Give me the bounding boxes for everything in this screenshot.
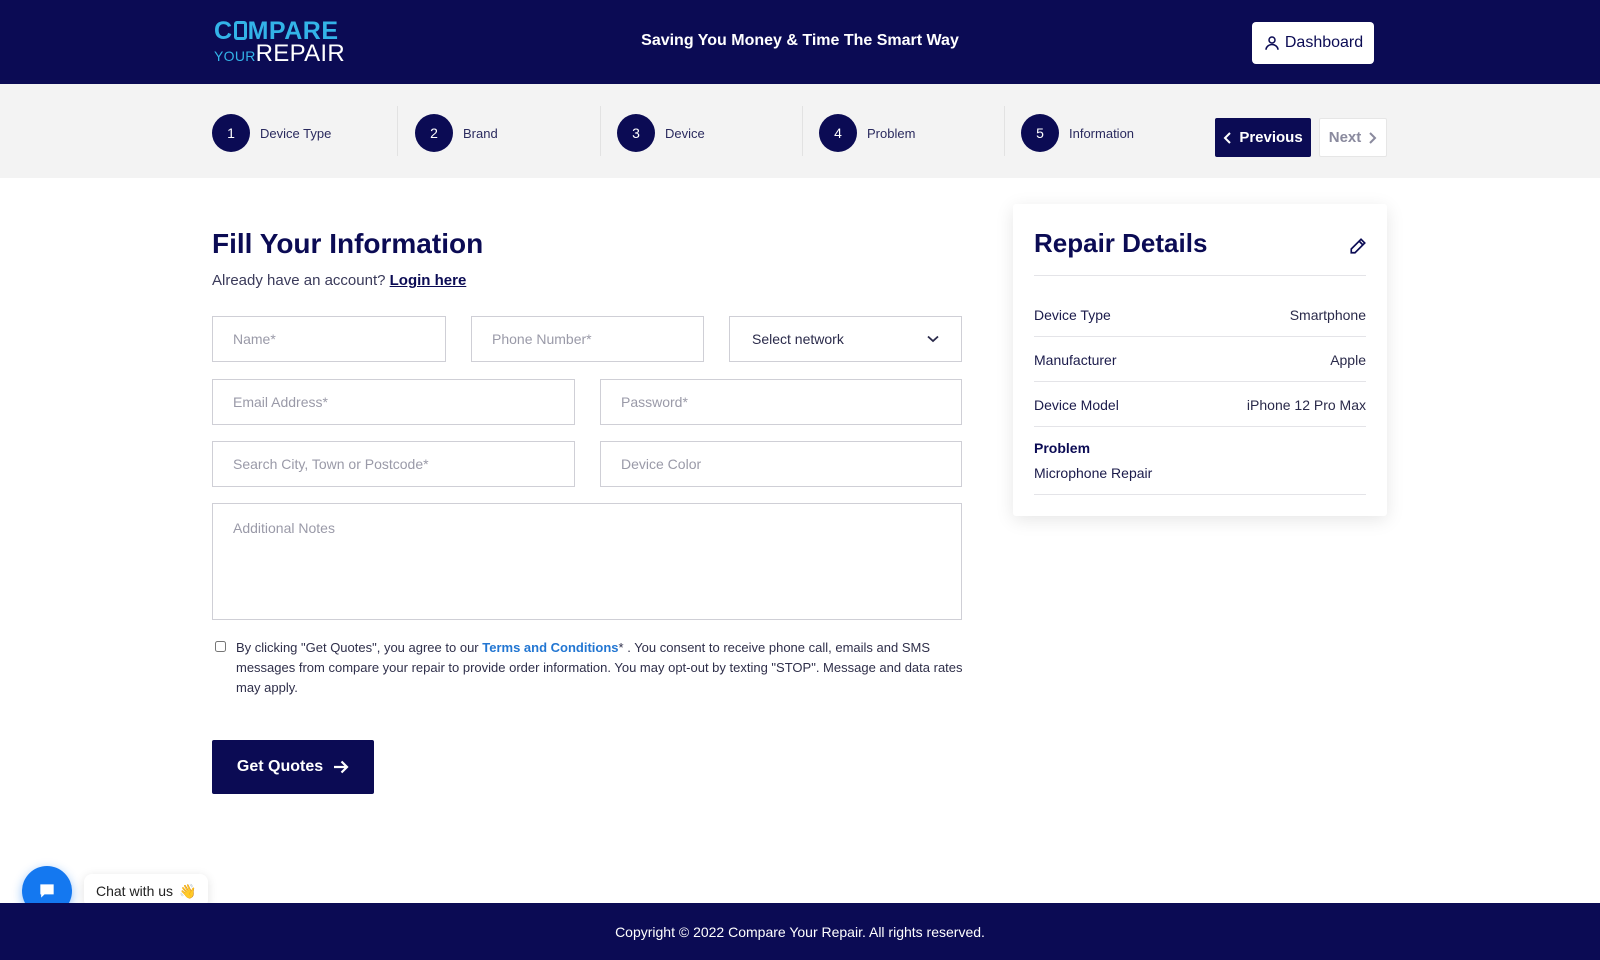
additional-notes-textarea[interactable] xyxy=(212,503,962,620)
pencil-icon[interactable] xyxy=(1349,237,1367,255)
progress-steps: 1 Device Type 2 Brand 3 Device 4 Problem… xyxy=(0,84,1600,178)
step-divider xyxy=(1004,106,1005,156)
arrow-right-icon xyxy=(334,760,349,774)
problem-value: Microphone Repair xyxy=(1034,465,1153,481)
name-input[interactable] xyxy=(212,316,446,362)
device-color-input[interactable] xyxy=(600,441,962,487)
step-information[interactable]: 5 Information xyxy=(1021,114,1134,152)
login-prompt: Already have an account? Login here xyxy=(212,272,466,289)
user-icon xyxy=(1265,36,1279,50)
page-title: Fill Your Information xyxy=(212,228,484,259)
dashboard-label: Dashboard xyxy=(1284,34,1364,51)
detail-key: Device Type xyxy=(1034,307,1111,323)
divider xyxy=(1034,426,1366,427)
step-divider xyxy=(600,106,601,156)
step-number: 3 xyxy=(617,114,655,152)
previous-label: Previous xyxy=(1239,129,1303,146)
chevron-left-icon xyxy=(1223,131,1232,144)
chevron-right-icon xyxy=(1369,131,1377,144)
divider xyxy=(1034,494,1366,495)
previous-button[interactable]: Previous xyxy=(1215,118,1311,157)
step-label: Information xyxy=(1069,125,1135,141)
step-device[interactable]: 3 Device xyxy=(617,114,705,152)
dashboard-button[interactable]: Dashboard xyxy=(1252,22,1374,64)
detail-value: Smartphone xyxy=(1289,307,1366,323)
get-quotes-button[interactable]: Get Quotes xyxy=(212,740,374,794)
step-label: Device xyxy=(665,125,705,141)
chat-icon xyxy=(40,884,54,898)
step-brand[interactable]: 2 Brand xyxy=(415,114,498,152)
detail-row-device-model: Device Model iPhone 12 Pro Max xyxy=(1034,397,1366,413)
consent-prefix: By clicking "Get Quotes", you agree to o… xyxy=(236,640,479,655)
get-quotes-label: Get Quotes xyxy=(236,758,324,775)
chevron-down-icon xyxy=(927,335,939,343)
divider xyxy=(1034,336,1366,337)
next-button[interactable]: Next xyxy=(1319,118,1387,157)
chat-label-text: Chat with us xyxy=(96,883,174,899)
divider xyxy=(1034,381,1366,382)
step-divider xyxy=(802,106,803,156)
next-label: Next xyxy=(1328,129,1362,146)
copyright-text: Copyright © 2022 Compare Your Repair. Al… xyxy=(615,923,985,940)
login-link[interactable]: Login here xyxy=(390,272,467,289)
terms-consent-text: By clicking "Get Quotes", you agree to o… xyxy=(236,638,966,698)
waving-hand-icon: 👋 xyxy=(179,882,197,899)
detail-row-device-type: Device Type Smartphone xyxy=(1034,307,1366,323)
detail-value: Apple xyxy=(1330,352,1366,368)
step-device-type[interactable]: 1 Device Type xyxy=(212,114,331,152)
step-number: 2 xyxy=(415,114,453,152)
phone-input[interactable] xyxy=(471,316,704,362)
repair-details-title: Repair Details xyxy=(1034,228,1208,258)
account-prompt-text: Already have an account? xyxy=(212,272,386,289)
terms-checkbox[interactable] xyxy=(215,641,226,652)
step-number: 5 xyxy=(1021,114,1059,152)
detail-key: Manufacturer xyxy=(1034,352,1117,368)
network-select[interactable]: Select network xyxy=(729,316,962,362)
logo-text: YOUR xyxy=(214,48,256,64)
top-header: C MPARE YOURREPAIR Saving You Money & Tim… xyxy=(0,0,1600,84)
step-number: 4 xyxy=(819,114,857,152)
detail-row-manufacturer: Manufacturer Apple xyxy=(1034,352,1366,368)
problem-label: Problem xyxy=(1034,440,1091,456)
password-input[interactable] xyxy=(600,379,962,425)
step-label: Problem xyxy=(867,125,916,141)
email-input[interactable] xyxy=(212,379,575,425)
step-divider xyxy=(397,106,398,156)
terms-link[interactable]: Terms and Conditions xyxy=(482,640,618,655)
detail-value: iPhone 12 Pro Max xyxy=(1246,397,1366,413)
step-number: 1 xyxy=(212,114,250,152)
step-problem[interactable]: 4 Problem xyxy=(819,114,915,152)
footer: Copyright © 2022 Compare Your Repair. Al… xyxy=(0,903,1600,960)
step-label: Brand xyxy=(463,125,498,141)
city-search-input[interactable] xyxy=(212,441,575,487)
network-select-value: Select network xyxy=(752,331,844,347)
divider xyxy=(1034,275,1366,276)
step-label: Device Type xyxy=(260,125,332,141)
repair-details-card: Repair Details Device Type Smartphone Ma… xyxy=(1013,204,1387,516)
detail-key: Device Model xyxy=(1034,397,1119,413)
